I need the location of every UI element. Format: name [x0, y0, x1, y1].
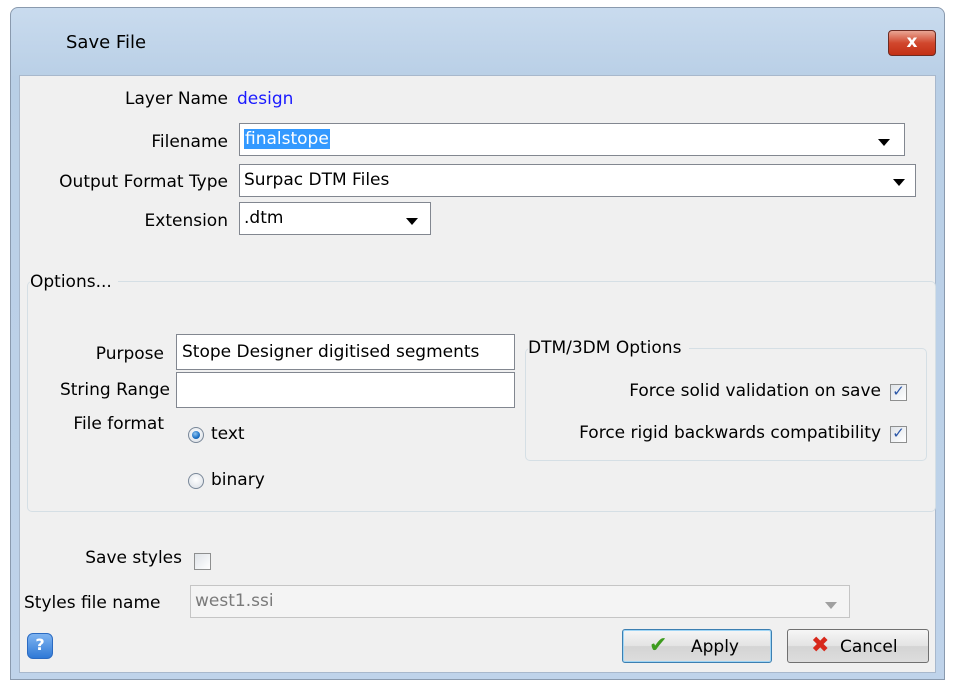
checkmark-icon: ✔ — [649, 633, 668, 658]
extension-select[interactable]: .dtm — [239, 202, 431, 235]
close-icon: x — [906, 32, 918, 52]
radio-text-label[interactable]: text — [211, 424, 245, 444]
filename-label: Filename — [151, 132, 228, 152]
layer-name-value: design — [237, 89, 294, 109]
checkmark-icon: ✓ — [892, 382, 905, 400]
extension-value: .dtm — [244, 208, 284, 228]
help-button[interactable]: ? — [27, 633, 53, 659]
force-solid-label: Force solid validation on save — [629, 381, 881, 401]
styles-file-label: Styles file name — [24, 593, 161, 613]
styles-file-value: west1.ssi — [195, 591, 274, 611]
radio-binary[interactable] — [188, 473, 204, 489]
apply-label: Apply — [691, 637, 739, 657]
file-format-label: File format — [73, 414, 164, 434]
options-title: Options... — [30, 272, 118, 292]
string-range-label: String Range — [59, 380, 170, 400]
purpose-value: Stope Designer digitised segments — [182, 342, 480, 362]
dialog-body: Layer Name design Filename finalstope Ou… — [19, 75, 936, 673]
output-format-value: Surpac DTM Files — [244, 170, 390, 190]
save-file-dialog: Save File x Layer Name design Filename f… — [10, 7, 945, 680]
dialog-title: Save File — [66, 32, 147, 53]
close-button[interactable]: x — [888, 30, 936, 56]
force-rigid-label: Force rigid backwards compatibility — [579, 423, 881, 443]
purpose-input[interactable]: Stope Designer digitised segments — [176, 334, 515, 370]
filename-combo[interactable]: finalstope — [239, 123, 905, 156]
radio-text[interactable] — [188, 427, 204, 443]
layer-name-label: Layer Name — [125, 89, 228, 109]
chevron-down-icon[interactable] — [893, 179, 905, 186]
filename-input[interactable]: finalstope — [244, 129, 330, 149]
styles-file-select[interactable]: west1.ssi — [190, 585, 850, 618]
output-format-label: Output Format Type — [59, 172, 228, 192]
output-format-select[interactable]: Surpac DTM Files — [239, 164, 916, 197]
chevron-down-icon[interactable] — [878, 139, 890, 146]
dtm-options-group — [525, 348, 927, 461]
chevron-down-icon[interactable] — [825, 602, 837, 609]
force-rigid-checkbox[interactable]: ✓ — [890, 424, 907, 443]
dtm-options-title: DTM/3DM Options — [528, 338, 690, 358]
purpose-label: Purpose — [95, 344, 164, 364]
chevron-down-icon[interactable] — [406, 218, 418, 225]
radio-binary-label[interactable]: binary — [211, 470, 265, 490]
title-bar[interactable]: Save File x — [11, 8, 944, 76]
red-x-icon: ✖ — [811, 633, 830, 658]
cancel-button[interactable]: ✖ Cancel — [787, 629, 929, 663]
save-styles-checkbox[interactable] — [194, 553, 211, 570]
force-solid-checkbox[interactable]: ✓ — [890, 382, 907, 401]
string-range-input[interactable] — [176, 372, 515, 408]
radio-selected-dot — [192, 431, 200, 439]
cancel-label: Cancel — [840, 637, 898, 657]
checkmark-icon: ✓ — [892, 424, 905, 442]
save-styles-label: Save styles — [85, 548, 182, 568]
extension-label: Extension — [144, 211, 228, 231]
question-icon: ? — [35, 635, 45, 654]
apply-button[interactable]: ✔ Apply — [622, 629, 772, 663]
